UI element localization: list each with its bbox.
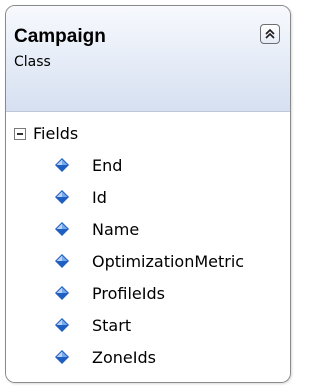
field-label: Name: [92, 220, 140, 239]
fields-compartment: Fields End Id Name OptimizationMetric Pr…: [6, 112, 290, 382]
field-label: Id: [92, 188, 107, 207]
minus-box-icon[interactable]: [14, 128, 26, 140]
field-diamond-icon: [55, 158, 69, 172]
double-chevron-up-icon: [265, 28, 275, 39]
fields-compartment-header[interactable]: Fields: [6, 120, 290, 150]
compartment-title: Fields: [33, 124, 79, 143]
field-diamond-icon: [55, 222, 69, 236]
field-diamond-icon: [55, 190, 69, 204]
field-item[interactable]: Name: [6, 216, 290, 248]
field-list: End Id Name OptimizationMetric ProfileId…: [6, 152, 290, 376]
field-item[interactable]: End: [6, 152, 290, 184]
class-name[interactable]: Campaign: [14, 26, 106, 48]
field-item[interactable]: ZoneIds: [6, 344, 290, 376]
class-shape-campaign[interactable]: Campaign Class Fields End Id Name Optimi…: [5, 5, 291, 383]
field-label: ZoneIds: [92, 348, 156, 367]
field-item[interactable]: Start: [6, 312, 290, 344]
field-diamond-icon: [55, 254, 69, 268]
field-label: ProfileIds: [92, 284, 165, 303]
field-item[interactable]: ProfileIds: [6, 280, 290, 312]
field-label: Start: [92, 316, 132, 335]
collapse-button[interactable]: [260, 24, 280, 44]
field-item[interactable]: OptimizationMetric: [6, 248, 290, 280]
field-diamond-icon: [55, 318, 69, 332]
field-item[interactable]: Id: [6, 184, 290, 216]
class-stereotype: Class: [14, 54, 51, 70]
field-label: OptimizationMetric: [92, 252, 245, 271]
field-diamond-icon: [55, 286, 69, 300]
field-diamond-icon: [55, 350, 69, 364]
class-header: Campaign Class: [6, 6, 290, 111]
field-label: End: [92, 156, 123, 175]
